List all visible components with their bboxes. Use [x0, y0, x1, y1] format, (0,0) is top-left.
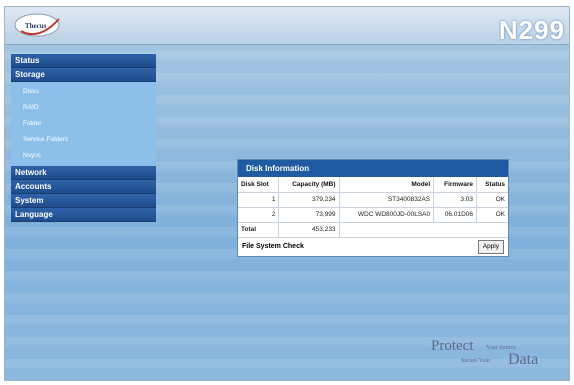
nav-network[interactable]: Network — [11, 166, 156, 180]
nav-item-raid[interactable]: RAID — [11, 100, 156, 116]
cell-capacity: 73,999 — [278, 207, 340, 223]
header-bar: Thecus N299 — [5, 7, 569, 45]
nav-item-disks[interactable]: Disks — [11, 84, 156, 100]
tagline-protect: Protect — [431, 338, 474, 354]
nav-item-service-folders[interactable]: Service Folders — [11, 132, 156, 148]
sidebar: Status Storage Disks RAID Folder Service… — [11, 54, 156, 222]
nav-item-folder[interactable]: Folder — [11, 116, 156, 132]
col-disk-slot: Disk Slot — [238, 177, 280, 193]
cell-slot: 2 — [238, 207, 280, 223]
table-row: 2 73,999 WDC WD800JD-00LSA0 06.01D06 OK — [238, 207, 508, 223]
apply-button[interactable]: Apply — [477, 239, 504, 254]
tagline-secure-your: Secure Your — [461, 358, 491, 364]
total-value: 453,233 — [278, 222, 340, 238]
app-frame: Thecus N299 Status Storage Disks RAID Fo… — [4, 6, 570, 381]
col-capacity: Capacity (MB) — [278, 177, 340, 193]
nav-item-nsync[interactable]: Nsync — [11, 148, 156, 164]
total-label: Total — [238, 222, 280, 238]
nav-status[interactable]: Status — [11, 54, 156, 68]
nav-language[interactable]: Language — [11, 208, 156, 222]
nav-system[interactable]: System — [11, 194, 156, 208]
cell-firmware: 06.01D06 — [433, 207, 477, 223]
cell-status: OK — [476, 192, 508, 208]
tagline-logo: Protect Your Source Secure Your Data — [431, 338, 541, 372]
cell-firmware: 3.03 — [433, 192, 477, 208]
cell-slot: 1 — [238, 192, 280, 208]
tagline-data: Data — [508, 351, 539, 368]
table-row: 1 379,234 ST3400832AS 3.03 OK — [238, 192, 508, 208]
nav-storage[interactable]: Storage — [11, 68, 156, 82]
col-firmware: Firmware — [433, 177, 477, 193]
cell-capacity: 379,234 — [278, 192, 340, 208]
thecus-logo[interactable]: Thecus — [13, 11, 65, 39]
logo-text: Thecus — [25, 22, 47, 30]
cell-model: ST3400832AS — [339, 192, 435, 208]
col-model: Model — [339, 177, 435, 193]
nav-accounts[interactable]: Accounts — [11, 180, 156, 194]
cell-status: OK — [476, 207, 508, 223]
cell-model: WDC WD800JD-00LSA0 — [339, 207, 435, 223]
fs-check-label: File System Check — [242, 242, 304, 250]
table-header-row: Disk Slot Capacity (MB) Model Firmware S… — [238, 177, 508, 193]
disk-table: Disk Slot Capacity (MB) Model Firmware S… — [238, 177, 508, 238]
fs-check-row: File System Check Apply — [238, 238, 508, 256]
col-status: Status — [476, 177, 508, 193]
storage-submenu: Disks RAID Folder Service Folders Nsync — [11, 82, 156, 166]
total-row: Total 453,233 — [238, 222, 508, 238]
model-name: N299 — [498, 15, 565, 45]
disk-information-panel: Disk Information Disk Slot Capacity (MB)… — [237, 159, 509, 257]
panel-title: Disk Information — [238, 160, 508, 177]
total-empty — [339, 222, 508, 238]
